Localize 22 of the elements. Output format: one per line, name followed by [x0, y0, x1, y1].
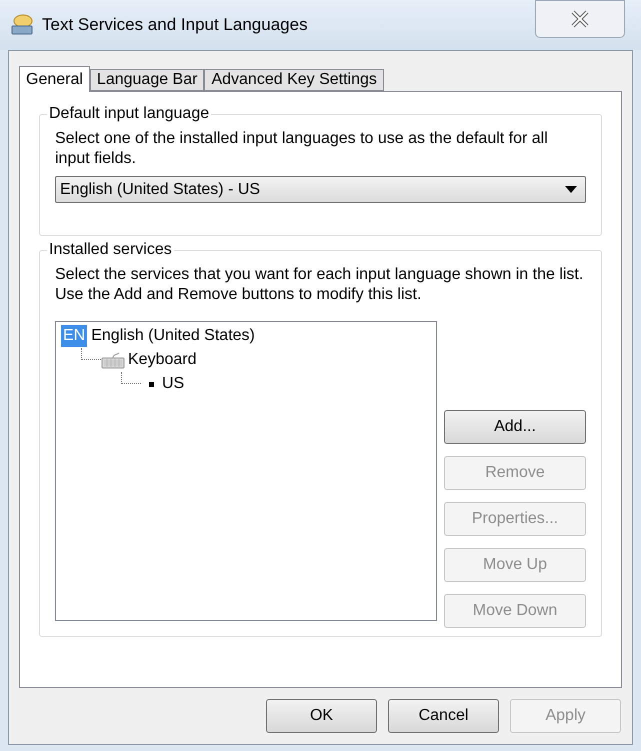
window-title: Text Services and Input Languages	[42, 14, 309, 36]
bullet-icon	[149, 382, 154, 386]
tab[interactable]: Advanced Key Settings	[204, 69, 384, 91]
keyboard-icon	[101, 351, 125, 369]
tab[interactable]: General	[19, 66, 90, 92]
language-badge: EN	[61, 325, 88, 347]
dropdown-value: English (United States) - US	[60, 180, 262, 200]
dialog-button[interactable]: Cancel	[388, 699, 499, 733]
dialog-button[interactable]: Add...	[444, 410, 586, 444]
group-heading: Default input language	[47, 105, 212, 123]
dialog-button[interactable]: OK	[266, 699, 377, 733]
language-dropdown[interactable]: English (United States) - US	[55, 176, 586, 203]
tree-item-label[interactable]: US	[162, 372, 184, 396]
dropdown-arrow-icon	[565, 186, 577, 193]
close-icon	[570, 10, 590, 28]
app-icon	[10, 14, 34, 36]
tab[interactable]: Language Bar	[90, 69, 204, 91]
close-button[interactable]	[535, 0, 625, 38]
description-text: Select the services that you want for each input language shown in the list. Use the Add and Remove buttons to modify this list.	[55, 265, 584, 305]
tree-item-label[interactable]: Keyboard	[128, 348, 196, 372]
description-text: Select one of the installed input languages to use as the default for all input fields.	[55, 129, 549, 169]
tree-item-label[interactable]: English (United States)	[91, 324, 255, 348]
